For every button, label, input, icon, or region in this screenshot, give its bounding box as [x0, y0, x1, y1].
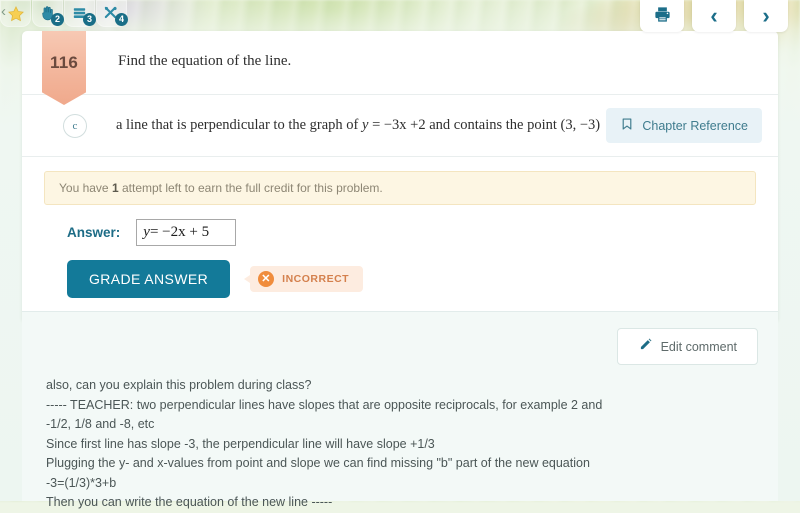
comment-line: -1/2, 1/8 and -8, etc — [46, 417, 155, 431]
attempts-notice-prefix: You have — [59, 181, 112, 195]
comment-line: -3=(1/3)*3+b — [46, 475, 117, 490]
printer-icon — [653, 5, 672, 27]
grade-answer-button[interactable]: GRADE ANSWER — [67, 260, 231, 298]
x-circle-icon: ✕ — [258, 271, 275, 287]
offscreen-left-chevron-icon: ‹ — [1, 3, 6, 20]
comment-section: Edit comment also, can you explain this … — [22, 311, 778, 509]
problem-card: 116 Find the equation of the line. c a l… — [22, 31, 778, 320]
edit-comment-label: Edit comment — [660, 339, 737, 354]
problem-number-label: 116 — [49, 53, 79, 72]
subquestion-text-before: a line that is perpendicular to the grap… — [116, 117, 363, 133]
chapter-reference-button[interactable]: Chapter Reference — [606, 108, 762, 143]
attempts-notice: You have 1 attempt left to earn the full… — [44, 171, 756, 205]
comment-line: Since first line has slope -3, the perpe… — [46, 436, 435, 451]
edit-comment-row: Edit comment — [36, 328, 758, 365]
chapter-reference-label: Chapter Reference — [642, 118, 748, 133]
top-left-icon-bar: 2 3 4 — [0, 0, 128, 27]
textbook-badge: 3 — [83, 13, 96, 26]
star-icon — [7, 5, 25, 23]
answer-label: Answer: — [67, 225, 121, 240]
comment-text-body: also, can you explain this problem durin… — [36, 376, 758, 513]
comment-line: Plugging the y- and x-values from point … — [46, 456, 590, 470]
tools-button[interactable]: 4 — [96, 0, 128, 27]
subquestion-text: a line that is perpendicular to the grap… — [116, 117, 606, 134]
attempts-notice-suffix: attempt left to earn the full credit for… — [118, 181, 383, 195]
attempts-left-count: 1 — [111, 181, 119, 195]
raise-hand-badge: 2 — [51, 13, 64, 26]
textbook-button[interactable]: 3 — [64, 0, 96, 27]
print-button[interactable] — [640, 0, 684, 32]
result-status-label: INCORRECT — [282, 273, 350, 285]
answer-zone: You have 1 attempt left to earn the full… — [22, 157, 778, 320]
tools-badge: 4 — [115, 13, 128, 26]
subquestion-text-after: and contains the point (3, −3) — [425, 117, 601, 133]
grade-row: GRADE ANSWER ✕ INCORRECT — [67, 260, 756, 298]
answer-value-variable: y — [143, 223, 150, 240]
page-title: Find the equation of the line. — [118, 53, 292, 69]
answer-row: Answer: y = −2x + 5 — [67, 219, 756, 246]
answer-value-rest: = −2x + 5 — [149, 223, 210, 240]
problem-number-badge: 116 — [42, 31, 86, 105]
subquestion-letter-badge: c — [63, 113, 87, 138]
chevron-right-icon: › — [762, 3, 770, 28]
problem-header: 116 Find the equation of the line. — [22, 31, 778, 105]
subquestion-row: c a line that is perpendicular to the gr… — [22, 95, 778, 157]
raise-hand-button[interactable]: 2 — [32, 0, 64, 27]
result-status-badge: ✕ INCORRECT — [244, 266, 364, 292]
comment-line: also, can you explain this problem durin… — [46, 378, 312, 392]
previous-problem-button[interactable]: ‹ — [692, 0, 736, 32]
edit-comment-button[interactable]: Edit comment — [616, 328, 758, 365]
pencil-icon — [638, 338, 652, 355]
subquestion-math-rest: = −3x +2 — [368, 117, 426, 133]
answer-input[interactable]: y = −2x + 5 — [136, 219, 237, 246]
next-problem-button[interactable]: › — [744, 0, 788, 32]
bookmark-icon — [620, 117, 634, 134]
chevron-left-icon: ‹ — [710, 3, 718, 28]
comment-line: ----- TEACHER: two perpendicular lines h… — [46, 397, 603, 412]
top-right-button-bar: ‹ › — [640, 0, 788, 32]
comment-line: Then you can write the equation of the n… — [46, 495, 333, 509]
